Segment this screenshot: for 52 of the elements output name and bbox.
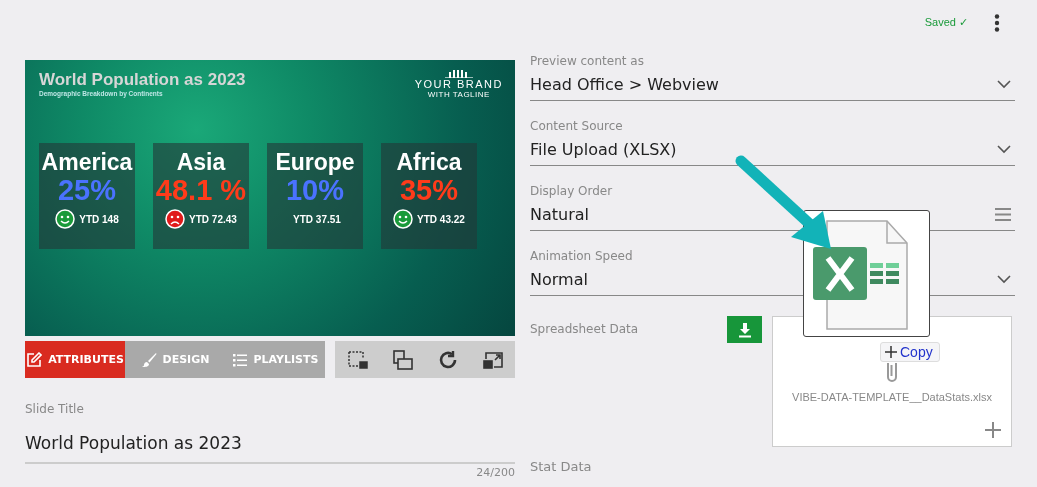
download-button[interactable] xyxy=(727,316,762,343)
field-label: Preview content as xyxy=(530,54,645,68)
ytd-value: YTD 72.43 xyxy=(189,213,237,225)
brand-name: YOUR BRAND xyxy=(414,78,503,90)
region-name: Africa xyxy=(396,149,462,175)
plus-icon xyxy=(885,346,897,358)
ytd-value: YTD 37.51 xyxy=(293,213,341,225)
stat-value: 10% xyxy=(285,175,344,205)
slide-title-field[interactable]: World Population as 2023 xyxy=(25,424,515,464)
edit-icon xyxy=(26,351,43,368)
layers-icon[interactable] xyxy=(392,349,413,370)
stat-value: 48.1 % xyxy=(155,175,247,205)
region-name: America xyxy=(41,149,133,175)
chevron-down-icon[interactable] xyxy=(997,144,1011,154)
smiley-face-icon xyxy=(55,209,76,229)
editor-tab[interactable]: ATTRIBUTES xyxy=(25,341,125,378)
list-icon xyxy=(231,351,248,368)
sad-face-icon xyxy=(165,209,186,229)
download-icon xyxy=(736,321,753,338)
region-name: Europe xyxy=(275,149,355,175)
stat-value: 35% xyxy=(399,175,458,205)
dropdown-field[interactable]: Head Office > Webview xyxy=(530,68,1015,101)
slide-heading: World Population as 2023 xyxy=(39,70,246,90)
brush-icon xyxy=(140,351,157,368)
brand-tagline: WITH TAGLINE xyxy=(427,90,490,99)
chevron-down-icon[interactable] xyxy=(997,274,1011,284)
bars-logo-icon xyxy=(444,70,473,78)
stat-value: 25% xyxy=(57,175,116,205)
save-status: Saved ✓ xyxy=(924,16,968,29)
file-name: VIBE-DATA-TEMPLATE__DataStats.xlsx xyxy=(792,391,992,403)
more-options-icon[interactable] xyxy=(994,13,1000,32)
field-label: Spreadsheet Data xyxy=(530,321,640,338)
add-icon[interactable] xyxy=(985,422,1001,438)
refresh-icon[interactable] xyxy=(437,349,458,370)
field-label: Display Order xyxy=(530,184,614,198)
field-label: Animation Speed xyxy=(530,249,634,263)
menu-icon[interactable] xyxy=(995,207,1011,221)
tooltip-text: Copy xyxy=(900,344,933,360)
section-heading: Stat Data xyxy=(530,459,593,474)
field-label: Content Source xyxy=(530,119,624,133)
field-label: Slide Title xyxy=(25,402,85,416)
paperclip-icon xyxy=(885,361,899,385)
chevron-down-icon[interactable] xyxy=(997,79,1011,89)
character-counter: 24/200 xyxy=(475,466,515,479)
picture-in-picture-icon[interactable] xyxy=(482,350,503,369)
ytd-value: YTD 43.22 xyxy=(417,213,465,225)
screenshot-icon[interactable] xyxy=(347,350,368,369)
spreadsheet-file-icon xyxy=(813,220,909,330)
region-name: Asia xyxy=(176,149,226,175)
ytd-value: YTD 148 xyxy=(79,213,119,225)
smiley-face-icon xyxy=(393,209,414,229)
dropdown-field[interactable]: File Upload (XLSX) xyxy=(530,133,1015,166)
